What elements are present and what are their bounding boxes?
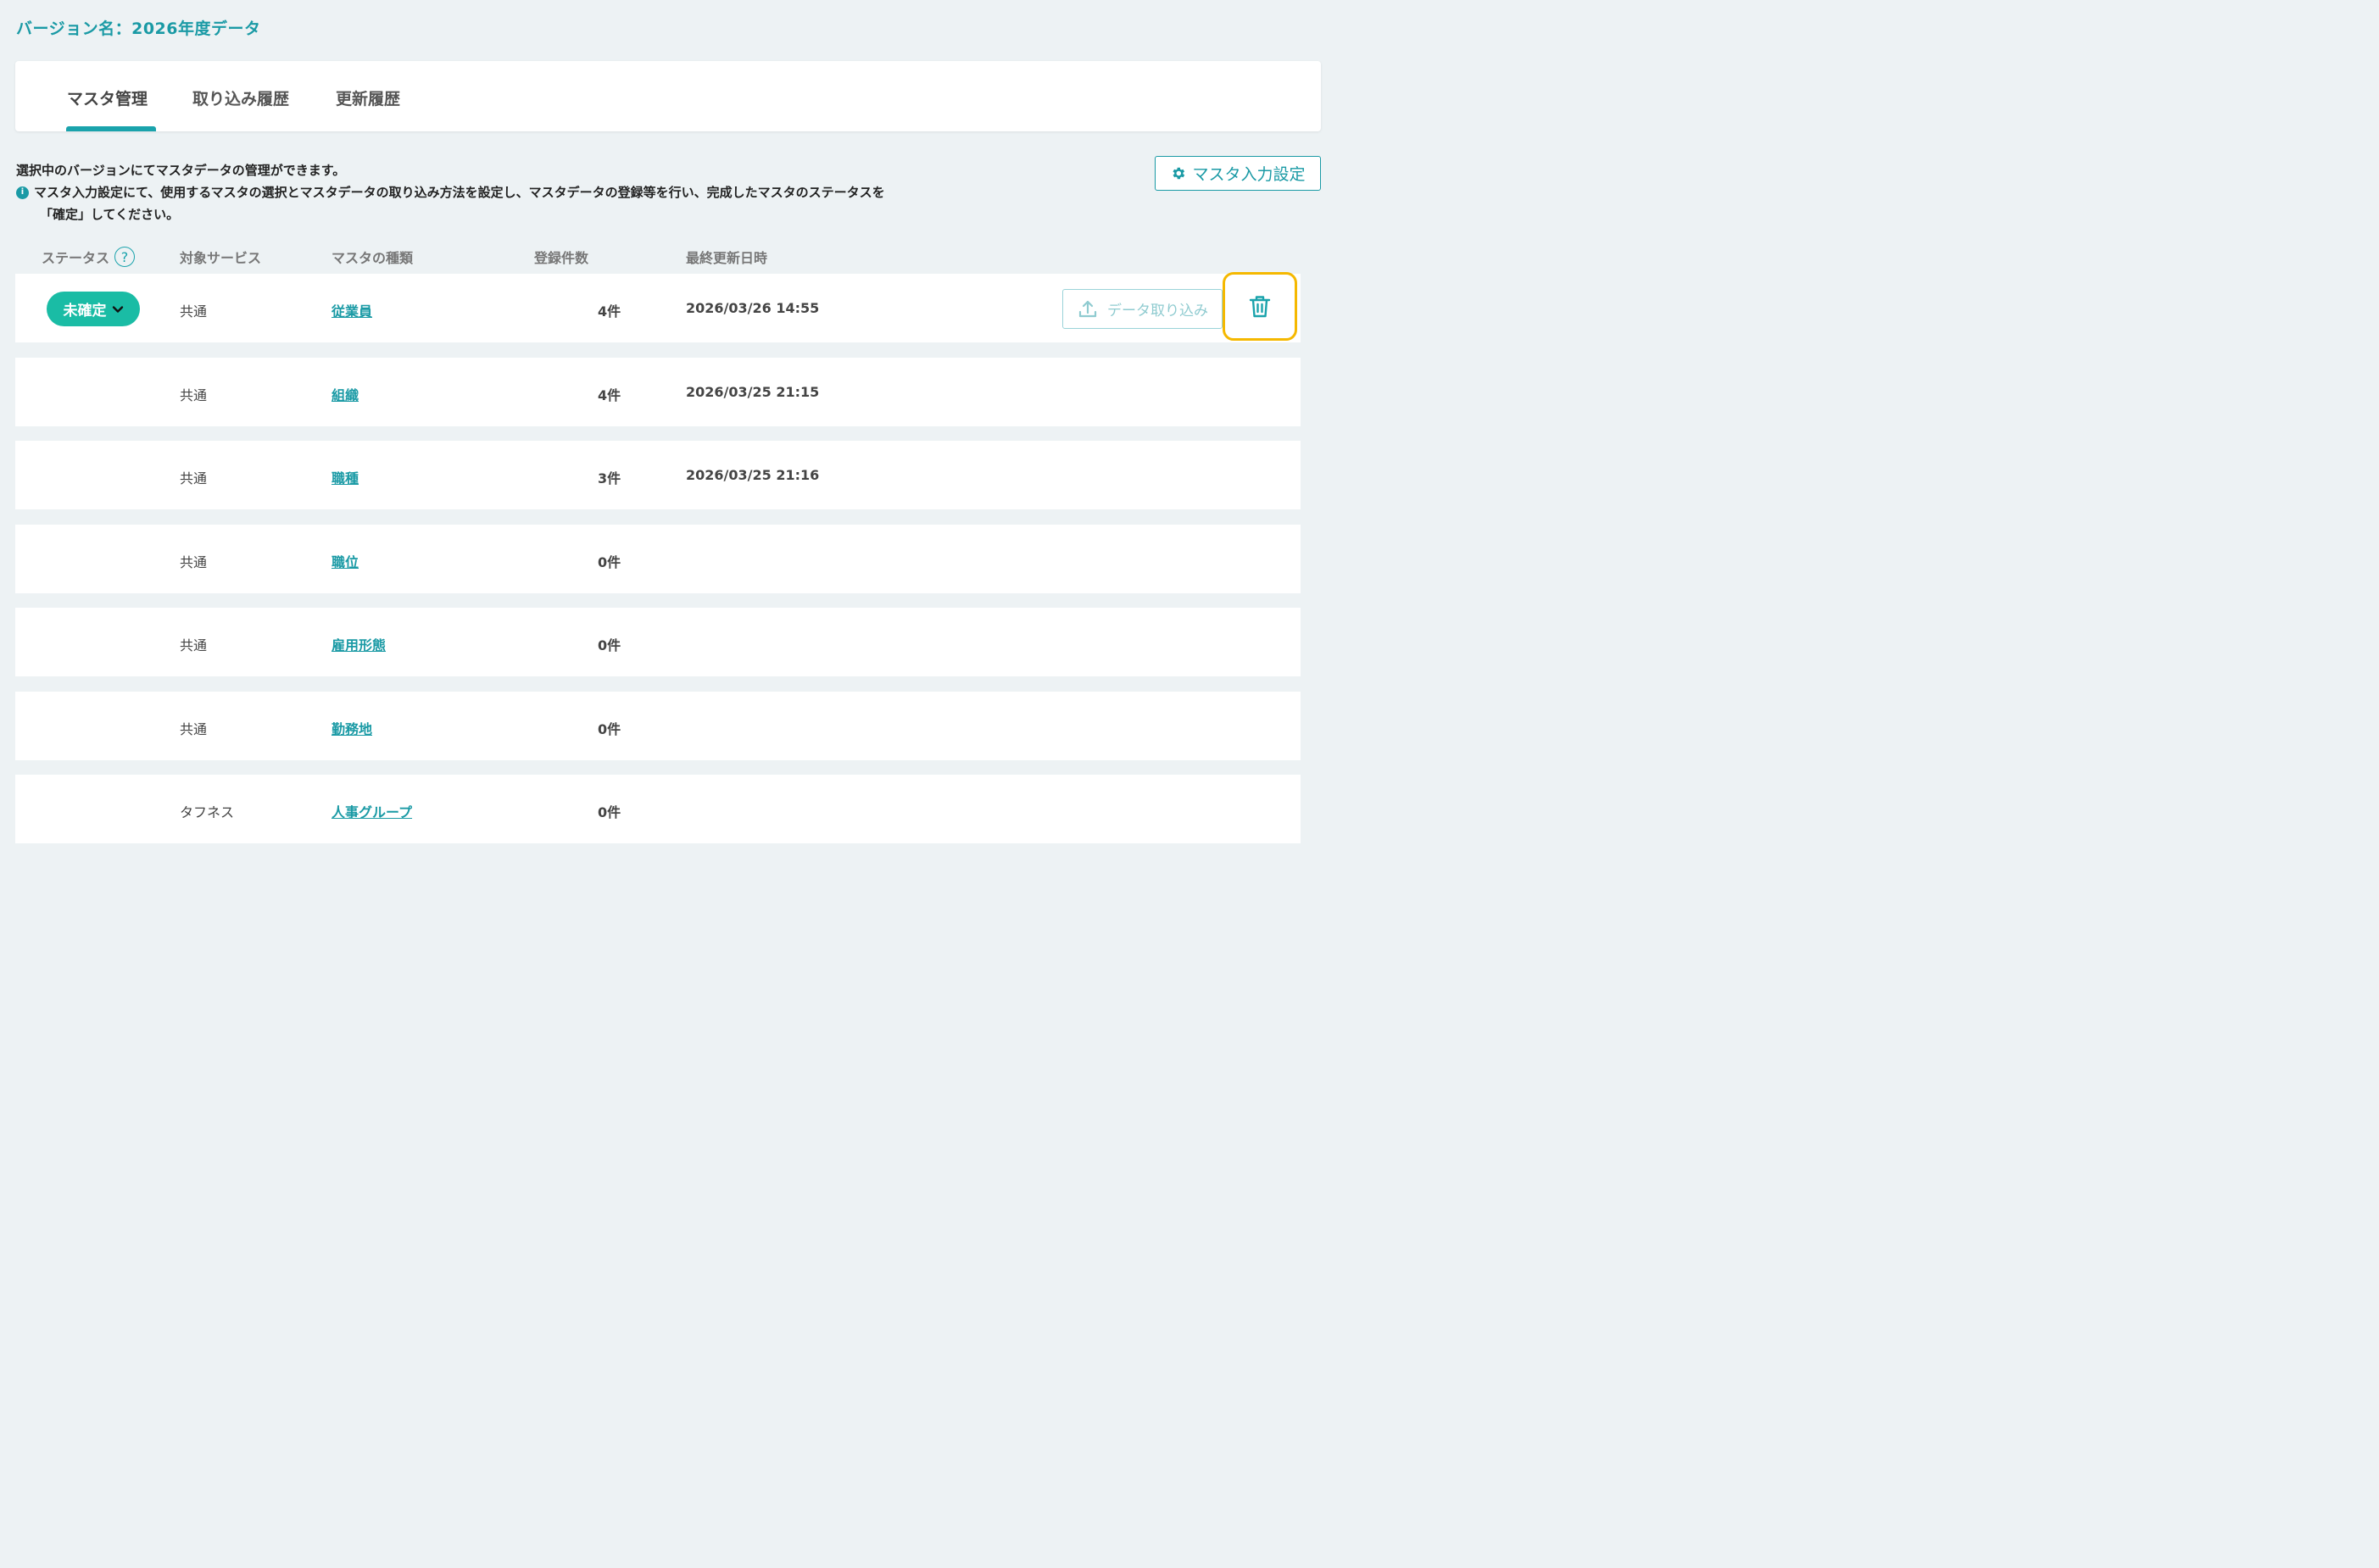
column-header-updated: 最終更新日時 bbox=[686, 250, 768, 266]
tab-master-management[interactable]: マスタ管理 bbox=[67, 86, 148, 109]
master-management-page: バージョン名：2026年度データ マスタ管理 取り込み履歴 更新履歴 選択中のバ… bbox=[0, 0, 1329, 876]
row-master-link[interactable]: 組織 bbox=[332, 384, 359, 404]
chevron-down-icon bbox=[112, 305, 123, 313]
column-header-status: ステータス ? bbox=[42, 247, 136, 267]
description: 選択中のバージョンにてマスタデータの管理ができます。 i マスタ入力設定にて、使… bbox=[16, 159, 885, 225]
table-row: 共通 勤務地 0件 bbox=[15, 692, 1301, 760]
row-service: 共通 bbox=[180, 470, 208, 487]
row-master-link[interactable]: 雇用形態 bbox=[332, 634, 386, 654]
row-master-link[interactable]: 従業員 bbox=[332, 300, 372, 320]
description-line-2: マスタ入力設定にて、使用するマスタの選択とマスタデータの取り込み方法を設定し、マ… bbox=[34, 185, 885, 200]
row-count: 0件 bbox=[598, 721, 621, 737]
row-master-link[interactable]: 人事グループ bbox=[332, 801, 412, 821]
tab-bar: マスタ管理 取り込み履歴 更新履歴 bbox=[15, 61, 1321, 131]
master-input-settings-label: マスタ入力設定 bbox=[1192, 165, 1306, 184]
column-header-service: 対象サービス bbox=[180, 250, 262, 266]
active-tab-indicator bbox=[66, 126, 156, 131]
row-master-link[interactable]: 職種 bbox=[332, 467, 359, 487]
status-label: 未確定 bbox=[63, 303, 107, 320]
row-service: 共通 bbox=[180, 387, 208, 403]
help-icon[interactable]: ? bbox=[114, 247, 136, 267]
row-service: 共通 bbox=[180, 554, 208, 570]
description-line-1: 選択中のバージョンにてマスタデータの管理ができます。 bbox=[16, 163, 346, 178]
description-line-2-wrap: i マスタ入力設定にて、使用するマスタの選択とマスタデータの取り込み方法を設定し… bbox=[16, 181, 885, 203]
column-header-status-label: ステータス bbox=[42, 250, 110, 266]
status-dropdown[interactable]: 未確定 bbox=[47, 292, 140, 326]
row-service: 共通 bbox=[180, 303, 208, 320]
data-import-label: データ取り込み bbox=[1107, 303, 1208, 320]
column-header-master-type: マスタの種類 bbox=[332, 250, 414, 266]
row-count: 3件 bbox=[598, 470, 621, 487]
table-row: 共通 職種 3件 2026/03/25 21:16 bbox=[15, 441, 1301, 509]
column-header-count: 登録件数 bbox=[534, 250, 589, 266]
row-updated: 2026/03/25 21:15 bbox=[686, 384, 820, 400]
trash-icon bbox=[1249, 295, 1271, 317]
row-count: 4件 bbox=[598, 303, 621, 320]
row-service: 共通 bbox=[180, 637, 208, 653]
table-row: タフネス 人事グループ 0件 bbox=[15, 775, 1301, 843]
table-row: 未確定 共通 従業員 4件 2026/03/26 14:55 データ取り込み bbox=[15, 272, 1301, 342]
row-master-link[interactable]: 職位 bbox=[332, 551, 359, 571]
row-count: 0件 bbox=[598, 554, 621, 570]
data-import-button[interactable]: データ取り込み bbox=[1062, 289, 1223, 329]
row-count: 0件 bbox=[598, 804, 621, 820]
row-service: タフネス bbox=[180, 804, 235, 820]
version-title: バージョン名：2026年度データ bbox=[16, 19, 261, 38]
upload-icon bbox=[1078, 300, 1097, 317]
row-updated: 2026/03/26 14:55 bbox=[686, 300, 820, 316]
table-row: 共通 職位 0件 bbox=[15, 525, 1301, 593]
row-updated: 2026/03/25 21:16 bbox=[686, 467, 820, 483]
description-line-3: 「確定」してください。 bbox=[40, 207, 180, 222]
row-master-link[interactable]: 勤務地 bbox=[332, 718, 372, 738]
tab-import-history[interactable]: 取り込み履歴 bbox=[192, 86, 289, 109]
row-count: 4件 bbox=[598, 387, 621, 403]
table-row: 共通 雇用形態 0件 bbox=[15, 608, 1301, 676]
tab-update-history[interactable]: 更新履歴 bbox=[336, 86, 400, 109]
row-service: 共通 bbox=[180, 721, 208, 737]
table-row: 共通 組織 4件 2026/03/25 21:15 bbox=[15, 358, 1301, 426]
info-icon: i bbox=[16, 186, 29, 199]
delete-button[interactable] bbox=[1223, 272, 1297, 341]
master-input-settings-button[interactable]: マスタ入力設定 bbox=[1155, 156, 1321, 191]
gear-icon bbox=[1173, 167, 1185, 180]
row-count: 0件 bbox=[598, 637, 621, 653]
